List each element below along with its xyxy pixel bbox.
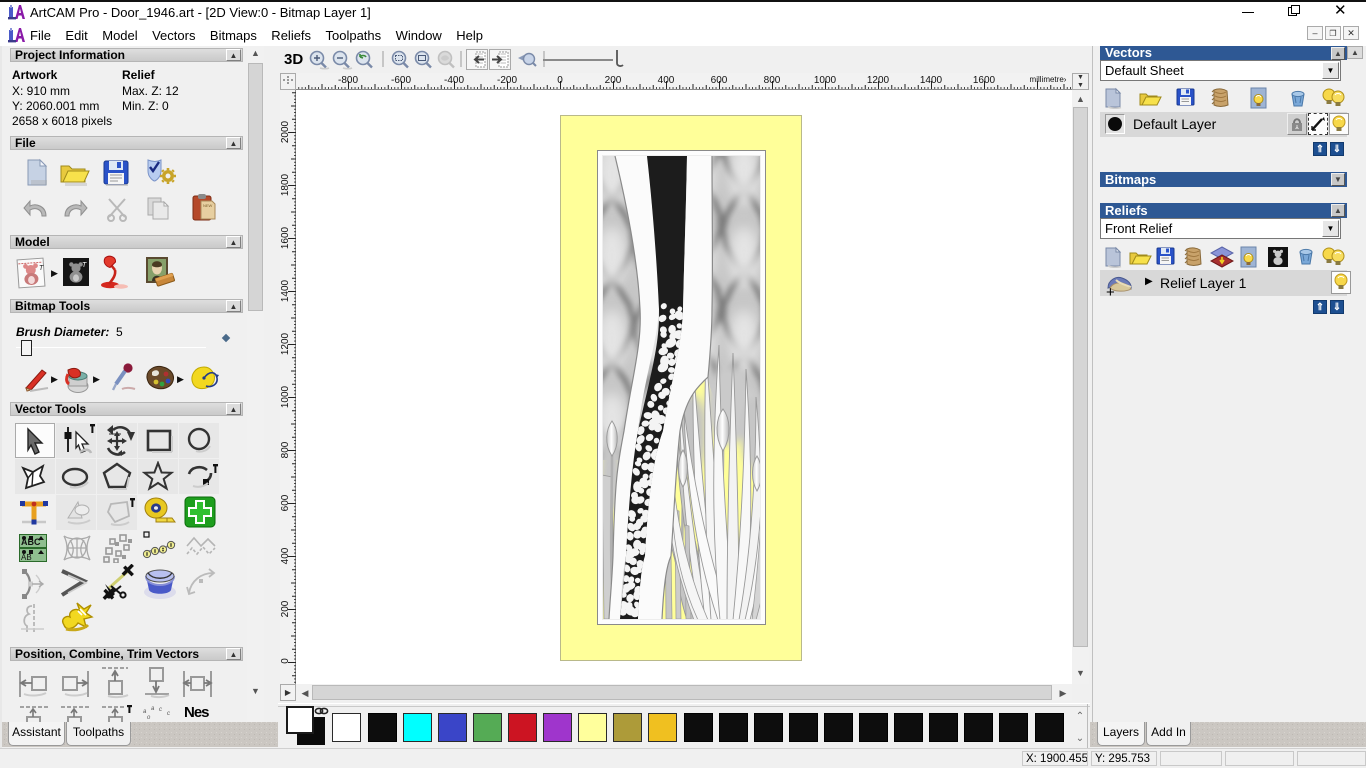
svg-text:400: 400	[280, 547, 291, 564]
svg-text:NEW: NEW	[203, 203, 213, 208]
svg-text:1600: 1600	[280, 226, 291, 249]
svg-text:400: 400	[658, 75, 675, 86]
svg-text:millimetre›: millimetre›	[1030, 75, 1067, 84]
svg-text:600: 600	[280, 494, 291, 511]
svg-text:1200: 1200	[280, 332, 291, 355]
svg-text:600: 600	[711, 75, 728, 86]
svg-text:o: o	[147, 715, 151, 721]
svg-text:0: 0	[557, 75, 563, 86]
svg-text:1200: 1200	[867, 75, 890, 86]
svg-text:2000: 2000	[280, 120, 291, 143]
svg-text:1000: 1000	[814, 75, 837, 86]
svg-text:T: T	[82, 262, 87, 269]
svg-text:a: a	[151, 706, 155, 712]
svg-text:1800: 1800	[280, 173, 291, 196]
svg-text:-400: -400	[444, 75, 464, 86]
svg-text:T: T	[39, 265, 44, 272]
svg-text:200: 200	[280, 600, 291, 617]
svg-text:1400: 1400	[920, 75, 943, 86]
svg-text:0: 0	[280, 658, 291, 664]
svg-text:1000: 1000	[280, 385, 291, 408]
svg-text:c: c	[159, 707, 162, 713]
svg-text:1400: 1400	[280, 279, 291, 302]
svg-text:800: 800	[764, 75, 781, 86]
svg-text:-200: -200	[497, 75, 517, 86]
svg-text:200: 200	[605, 75, 622, 86]
svg-text:-600: -600	[391, 75, 411, 86]
svg-text:AB: AB	[21, 553, 32, 562]
svg-text:c: c	[167, 711, 170, 717]
svg-text:-800: -800	[338, 75, 358, 86]
svg-text:1600: 1600	[973, 75, 996, 86]
svg-text:800: 800	[280, 441, 291, 458]
